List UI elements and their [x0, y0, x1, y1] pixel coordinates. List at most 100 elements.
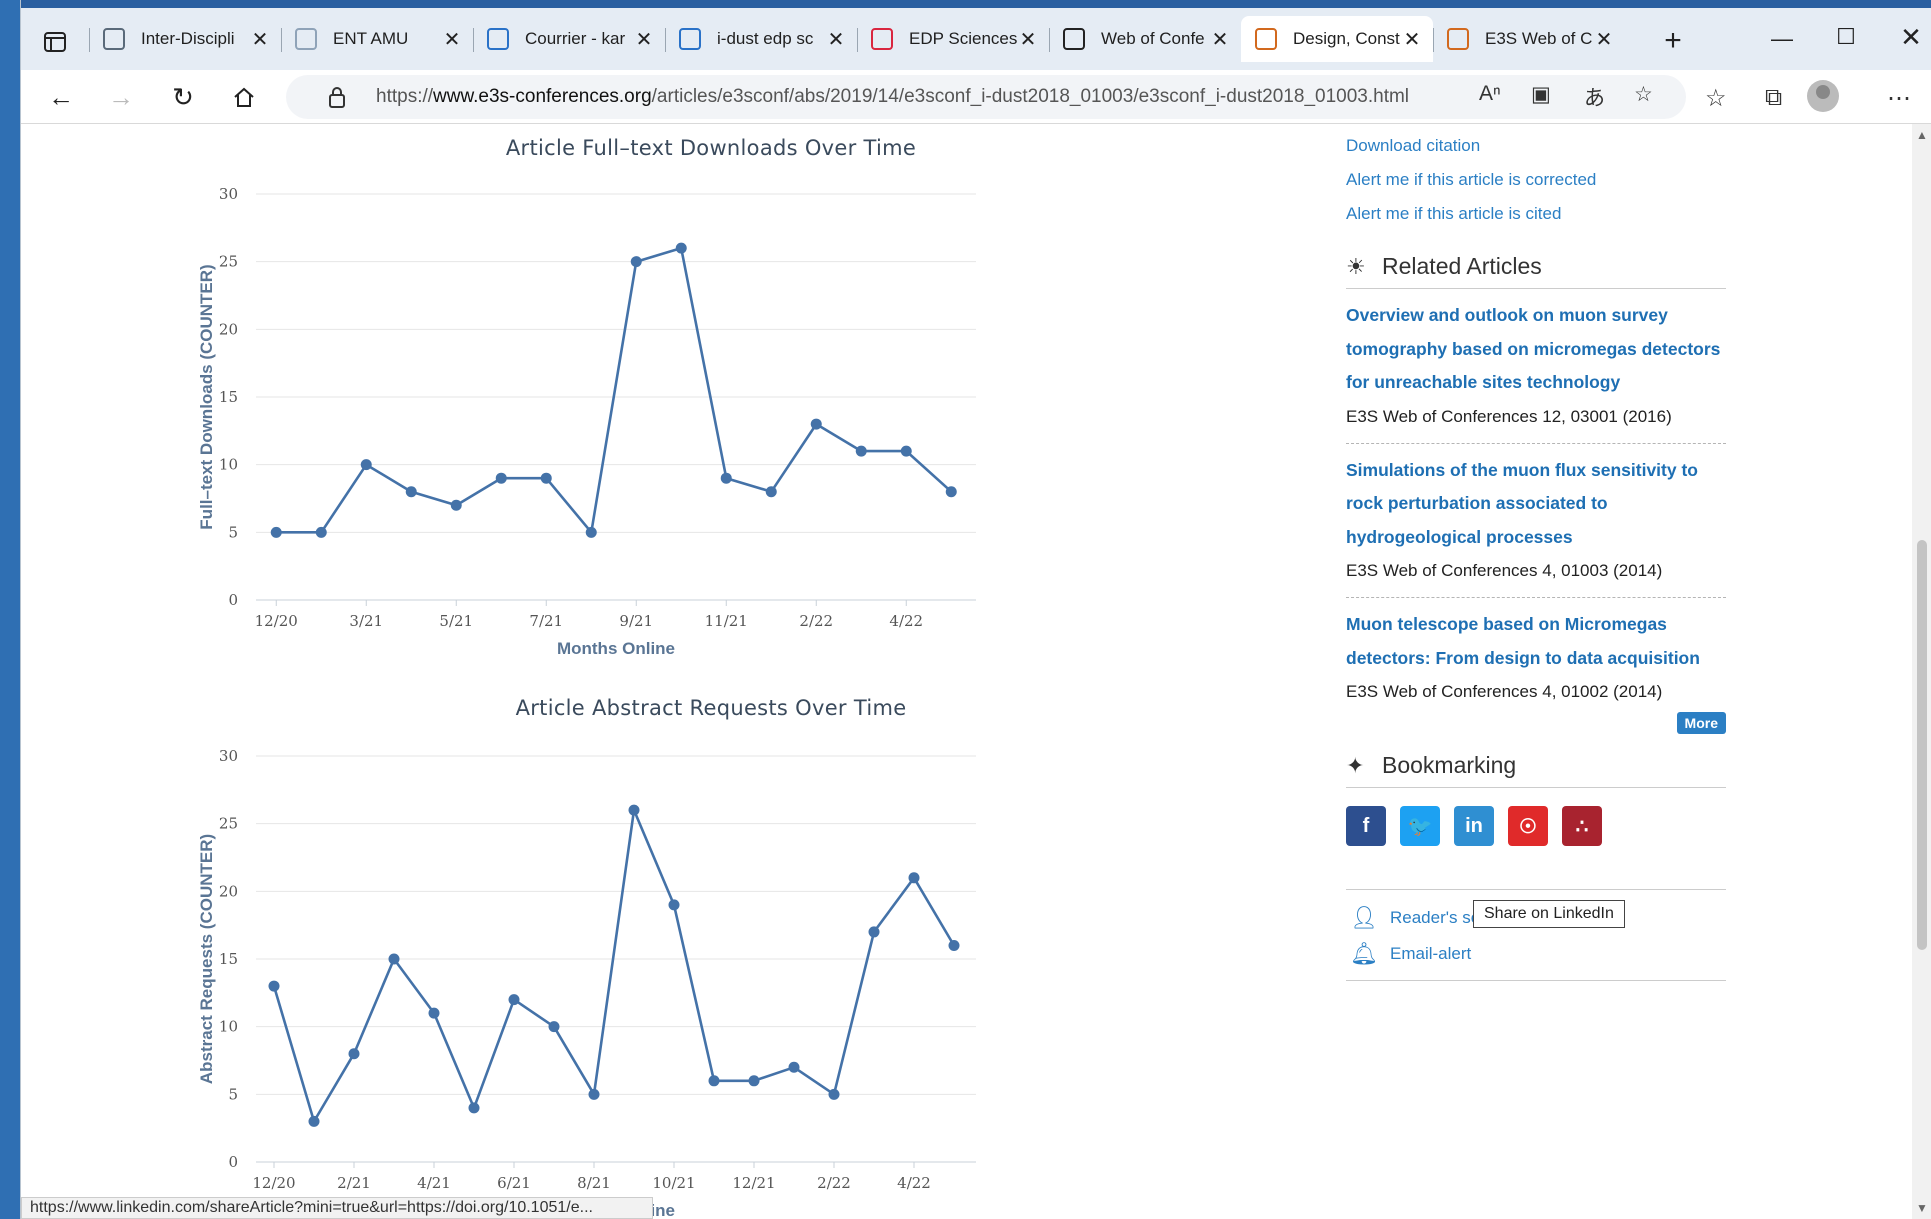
browser-tab[interactable]: i-dust edp sc ✕ [665, 16, 857, 62]
maximize-button[interactable]: ☐ [1826, 24, 1866, 50]
data-point [388, 953, 400, 965]
e3s-icon [1255, 28, 1277, 50]
related-article-link[interactable]: Muon telescope based on Micromegas detec… [1346, 608, 1726, 675]
desktop-edge [0, 0, 20, 1219]
sun-icon: ☀ [1346, 253, 1366, 279]
facebook-share-button[interactable]: f [1346, 806, 1386, 846]
data-point [708, 1075, 720, 1087]
browser-tab[interactable]: E3S Web of C ✕ [1433, 16, 1625, 62]
refresh-button[interactable]: ↻ [163, 78, 203, 116]
data-point [788, 1061, 800, 1073]
favorites-icon[interactable]: ☆ [1705, 84, 1727, 113]
linkedin-share-button[interactable]: in [1454, 806, 1494, 846]
scroll-up-arrow[interactable]: ▲ [1916, 128, 1928, 142]
weibo-share-button[interactable]: ☉ [1508, 806, 1548, 846]
x-tick-label: 2/21 [337, 1174, 371, 1192]
related-article: Muon telescope based on Micromegas detec… [1346, 598, 1726, 708]
close-tab-icon[interactable]: ✕ [633, 27, 655, 52]
new-tab-button[interactable]: + [1653, 21, 1693, 61]
immersive-reader-icon[interactable]: ▣ [1531, 82, 1551, 107]
close-tab-icon[interactable]: ✕ [825, 27, 847, 52]
x-tick-label: 8/21 [577, 1174, 611, 1192]
y-tick-label: 0 [228, 1153, 238, 1171]
tab-title: Web of Confe [1101, 29, 1205, 48]
share-tooltip: Share on LinkedIn [1473, 900, 1625, 928]
vertical-scrollbar[interactable]: ▲ ▼ [1912, 124, 1931, 1219]
forward-button[interactable]: → [101, 78, 141, 116]
collections-icon[interactable]: ⧉ [1765, 84, 1782, 112]
related-article-link[interactable]: Simulations of the muon flux sensitivity… [1346, 454, 1726, 555]
browser-tab[interactable]: Courrier - kar ✕ [473, 16, 665, 62]
x-tick-label: 3/21 [349, 612, 383, 630]
browser-tab[interactable]: ENT AMU ✕ [281, 16, 473, 62]
y-tick-label: 25 [219, 815, 238, 833]
x-tick-label: 12/20 [255, 612, 298, 630]
more-menu-icon[interactable]: ⋯ [1887, 84, 1911, 113]
back-button[interactable]: ← [41, 78, 81, 116]
y-tick-label: 5 [228, 523, 238, 541]
add-favorite-icon[interactable]: ☆ [1634, 82, 1653, 107]
email-alert-link[interactable]: 🔔︎ Email-alert [1346, 936, 1726, 972]
scroll-down-arrow[interactable]: ▼ [1916, 1201, 1928, 1215]
tab-separator [665, 28, 666, 52]
related-article-link[interactable]: Overview and outlook on muon survey tomo… [1346, 299, 1726, 400]
x-tick-label: 4/21 [417, 1174, 451, 1192]
close-tab-icon[interactable]: ✕ [1401, 27, 1423, 52]
minimize-button[interactable]: — [1762, 26, 1802, 52]
close-window-button[interactable]: ✕ [1891, 22, 1931, 53]
data-point [548, 1021, 560, 1033]
close-tab-icon[interactable]: ✕ [1209, 27, 1231, 52]
address-bar[interactable]: https://www.e3s-conferences.org/articles… [286, 75, 1686, 119]
alert-corrected-link[interactable]: Alert me if this article is corrected [1346, 163, 1726, 197]
close-tab-icon[interactable]: ✕ [1017, 27, 1039, 52]
twitter-share-button[interactable]: 🐦 [1400, 806, 1440, 846]
url-text[interactable]: https://www.e3s-conferences.org/articles… [376, 86, 1409, 108]
related-articles-heading: ☀ Related Articles [1346, 253, 1726, 289]
browser-tab[interactable]: Design, Const ✕ [1241, 16, 1433, 62]
tab-title: EDP Sciences [909, 29, 1017, 48]
data-point [495, 472, 507, 484]
x-tick-label: 12/21 [732, 1174, 775, 1192]
tab-list: Inter-Discipli ✕ ENT AMU ✕ Courrier - kar ✕ i-… [89, 16, 1625, 62]
close-tab-icon[interactable]: ✕ [249, 27, 271, 52]
profile-avatar[interactable] [1807, 80, 1839, 112]
data-point [540, 472, 552, 484]
y-tick-label: 25 [219, 253, 238, 271]
download-citation-link[interactable]: Download citation [1346, 129, 1726, 163]
data-point [268, 980, 280, 992]
x-tick-label: 2/22 [799, 612, 833, 630]
alert-cited-link[interactable]: Alert me if this article is cited [1346, 197, 1726, 231]
data-point [945, 486, 957, 498]
x-tick-label: 2/22 [817, 1174, 851, 1192]
y-tick-label: 15 [219, 950, 238, 968]
more-button[interactable]: More [1676, 712, 1726, 734]
close-tab-icon[interactable]: ✕ [441, 27, 463, 52]
mendeley-share-button[interactable]: ∴ [1562, 806, 1602, 846]
tab-separator [89, 28, 90, 52]
read-aloud-icon[interactable]: Aⁿ [1479, 82, 1501, 106]
related-article-source: E3S Web of Conferences 4, 01003 (2014) [1346, 561, 1663, 580]
data-point [630, 256, 642, 268]
data-point [868, 926, 880, 938]
data-point [675, 242, 687, 254]
translate-icon[interactable]: あ [1584, 82, 1605, 112]
close-tab-icon[interactable]: ✕ [1593, 27, 1615, 52]
x-tick-label: 7/21 [529, 612, 563, 630]
abstracts-chart: Article Abstract Requests Over Time 0 5 10… [196, 686, 1226, 1219]
browser-tab[interactable]: Web of Confe ✕ [1049, 16, 1241, 62]
browser-tab[interactable]: Inter-Discipli ✕ [89, 16, 281, 62]
scroll-thumb[interactable] [1917, 540, 1927, 950]
x-tick-label: 4/22 [889, 612, 923, 630]
browser-tab[interactable]: EDP Sciences ✕ [857, 16, 1049, 62]
tab-actions-icon[interactable] [35, 22, 75, 62]
search-icon [679, 28, 701, 50]
related-article-source: E3S Web of Conferences 4, 01002 (2014) [1346, 682, 1663, 701]
tab-title: Inter-Discipli [141, 29, 235, 48]
y-axis-label: Abstract Requests (COUNTER) [197, 834, 216, 1084]
y-axis-label: Full–text Downloads (COUNTER) [197, 264, 216, 529]
home-button[interactable] [224, 78, 264, 116]
downloads-chart: Article Full–text Downloads Over Time 05… [196, 124, 1226, 684]
lock-icon[interactable] [328, 86, 346, 108]
circle-logo-icon [103, 28, 125, 50]
y-tick-label: 20 [219, 882, 238, 900]
